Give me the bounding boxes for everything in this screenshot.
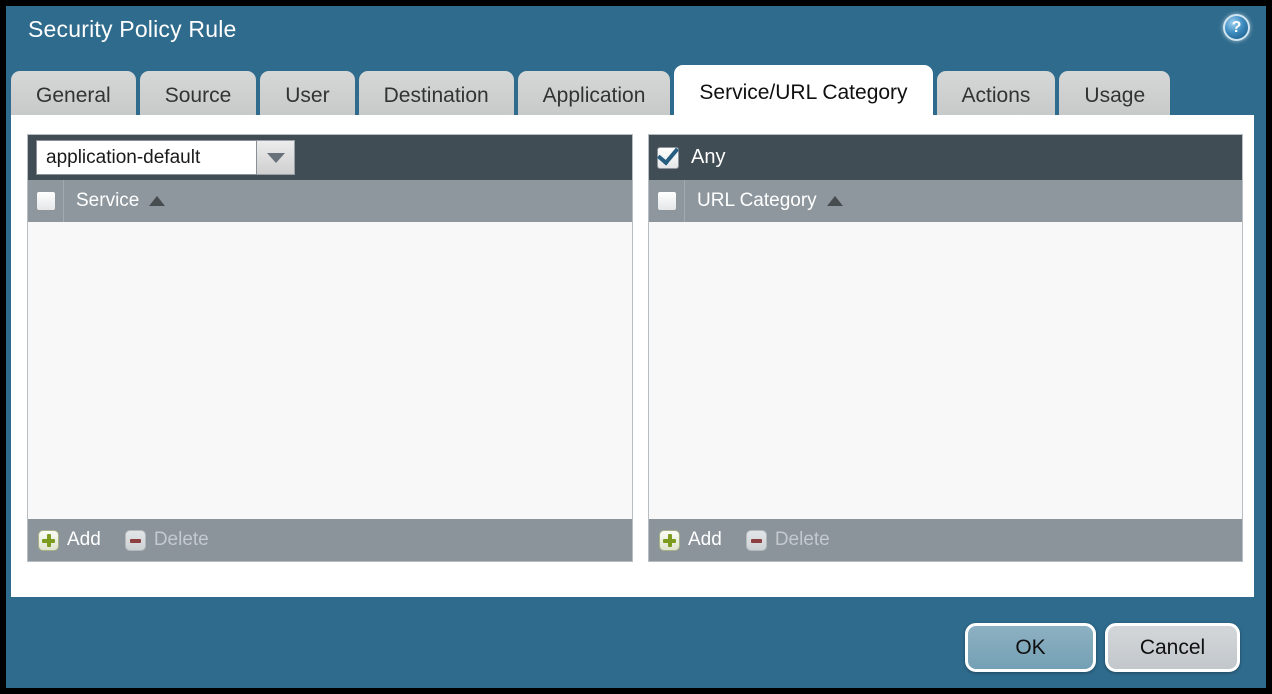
tab-user[interactable]: User xyxy=(260,71,354,121)
any-checkbox[interactable] xyxy=(657,147,679,169)
service-column-header[interactable]: Service xyxy=(76,190,139,212)
url-delete-button[interactable]: Delete xyxy=(746,529,830,551)
plus-icon xyxy=(38,530,59,551)
tab-strip: General Source User Destination Applicat… xyxy=(11,65,1170,121)
url-category-list-body[interactable] xyxy=(649,222,1242,519)
sort-ascending-icon[interactable] xyxy=(149,196,165,206)
security-policy-rule-dialog: Security Policy Rule ? General Source Us… xyxy=(0,0,1272,694)
tab-destination[interactable]: Destination xyxy=(359,71,514,121)
tab-application[interactable]: Application xyxy=(518,71,671,121)
add-button-label: Add xyxy=(688,529,722,551)
tab-source[interactable]: Source xyxy=(140,71,257,121)
tab-actions[interactable]: Actions xyxy=(937,71,1056,121)
tab-content-area: application-default Service Add xyxy=(11,115,1254,597)
tab-general[interactable]: General xyxy=(11,71,136,121)
service-select-all-cell xyxy=(28,180,64,222)
minus-icon xyxy=(125,530,146,551)
minus-icon xyxy=(746,530,767,551)
cancel-button[interactable]: Cancel xyxy=(1105,623,1240,672)
dialog-title: Security Policy Rule xyxy=(28,16,237,43)
url-select-all-checkbox[interactable] xyxy=(657,191,677,211)
service-panel: application-default Service Add xyxy=(27,134,633,562)
service-type-dropdown-value[interactable]: application-default xyxy=(36,140,257,175)
sort-ascending-icon[interactable] xyxy=(827,196,843,206)
delete-button-label: Delete xyxy=(775,529,830,551)
service-select-all-checkbox[interactable] xyxy=(36,191,56,211)
add-button-label: Add xyxy=(67,529,101,551)
url-category-panel: Any URL Category Add Delete xyxy=(648,134,1243,562)
ok-button[interactable]: OK xyxy=(965,623,1096,672)
tab-service-url-category[interactable]: Service/URL Category xyxy=(674,65,932,121)
service-type-dropdown-button[interactable] xyxy=(257,140,295,175)
service-add-button[interactable]: Add xyxy=(38,529,101,551)
plus-icon xyxy=(659,530,680,551)
url-column-header-row: URL Category xyxy=(649,180,1242,222)
url-select-all-cell xyxy=(649,180,685,222)
url-category-column-header[interactable]: URL Category xyxy=(697,190,817,212)
tab-usage[interactable]: Usage xyxy=(1059,71,1170,121)
service-delete-button[interactable]: Delete xyxy=(125,529,209,551)
url-add-button[interactable]: Add xyxy=(659,529,722,551)
any-checkbox-label[interactable]: Any xyxy=(691,146,725,169)
service-type-dropdown[interactable]: application-default xyxy=(36,140,295,175)
url-panel-header: Any xyxy=(649,135,1242,180)
chevron-down-icon xyxy=(267,153,285,163)
service-panel-footer: Add Delete xyxy=(28,519,632,561)
delete-button-label: Delete xyxy=(154,529,209,551)
service-panel-header: application-default xyxy=(28,135,632,180)
service-list-body[interactable] xyxy=(28,222,632,519)
help-icon[interactable]: ? xyxy=(1223,14,1250,41)
service-column-header-row: Service xyxy=(28,180,632,222)
url-panel-footer: Add Delete xyxy=(649,519,1242,561)
